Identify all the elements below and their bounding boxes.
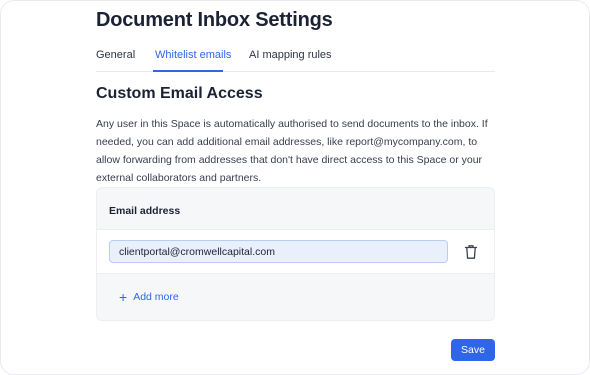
section-title: Custom Email Access: [96, 85, 263, 102]
plus-icon: +: [119, 289, 128, 305]
tab-whitelist-emails[interactable]: Whitelist emails: [155, 49, 231, 61]
save-button[interactable]: Save: [451, 339, 495, 361]
delete-email-button[interactable]: [464, 244, 478, 260]
page-title: Document Inbox Settings: [96, 9, 333, 31]
active-tab-indicator: [153, 70, 223, 72]
email-list-panel: Email address + Add more: [96, 187, 495, 321]
settings-card: Document Inbox Settings General Whitelis…: [0, 0, 590, 375]
tab-bar: General Whitelist emails AI mapping rule…: [96, 46, 495, 72]
email-column-header: Email address: [109, 205, 181, 217]
tab-general[interactable]: General: [96, 49, 135, 61]
section-description: Any user in this Space is automatically …: [96, 118, 488, 184]
email-row: [97, 229, 494, 274]
email-field[interactable]: [109, 240, 448, 263]
add-more-button[interactable]: + Add more: [119, 289, 179, 305]
add-more-label: Add more: [133, 291, 179, 303]
trash-icon: [464, 245, 478, 259]
tab-ai-mapping-rules[interactable]: AI mapping rules: [249, 49, 332, 61]
